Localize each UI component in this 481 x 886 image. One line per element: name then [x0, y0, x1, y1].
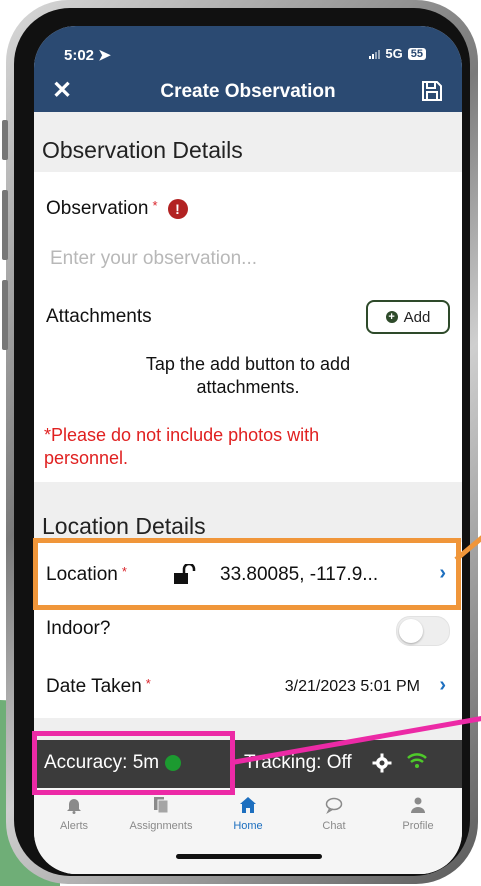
indoor-row: Indoor?	[34, 608, 462, 655]
wifi-icon	[407, 753, 427, 768]
add-attachment-button[interactable]: + Add	[366, 300, 450, 334]
attachments-help-text: Tap the add button to add attachments.	[145, 354, 351, 397]
nav-profile[interactable]: Profile	[378, 796, 458, 832]
gear-icon[interactable]	[372, 753, 392, 773]
section-title: Observation Details	[42, 137, 243, 163]
add-button-label: Add	[403, 308, 431, 326]
attachments-label: Attachments	[46, 306, 152, 327]
accuracy-highlight-box	[32, 731, 235, 795]
attachments-panel: Attachments + Add Tap the add button to …	[34, 290, 462, 482]
app-header: 5:02 ➤ 5G 55 ✕ Create Observation	[34, 26, 462, 112]
observation-row: Observation *!	[34, 172, 462, 222]
observation-label: Observation *!	[46, 198, 188, 220]
status-bar: 5:02 ➤ 5G 55	[34, 26, 462, 72]
bottom-navigation: Alerts Assignments Home Chat Profile	[34, 788, 462, 874]
date-taken-label: Date Taken *	[46, 676, 151, 697]
home-indicator	[176, 854, 322, 859]
documents-icon	[154, 797, 169, 814]
toggle-knob	[399, 619, 423, 643]
nav-alerts[interactable]: Alerts	[34, 796, 114, 832]
volume-up-button	[2, 190, 8, 260]
nav-label: Alerts	[59, 820, 89, 832]
photo-warning: *Please do not include photos with perso…	[44, 425, 320, 468]
mute-switch	[2, 120, 8, 160]
indoor-label: Indoor?	[46, 618, 111, 639]
nav-label: Assignments	[129, 820, 193, 832]
nav-home[interactable]: Home	[208, 796, 288, 832]
required-mark: *	[152, 198, 158, 213]
person-icon	[411, 797, 425, 813]
volume-down-button	[2, 280, 8, 350]
signal-icon	[369, 49, 381, 59]
nav-label: Profile	[402, 820, 434, 832]
location-details-header: Location Details	[34, 482, 462, 542]
indoor-toggle[interactable]	[396, 616, 450, 646]
nav-label: Home	[233, 820, 263, 832]
page-title: Create Observation	[160, 81, 336, 102]
error-icon: !	[167, 198, 188, 219]
nav-label: Chat	[322, 820, 346, 832]
chat-icon	[325, 797, 343, 814]
network-type: 5G	[385, 46, 403, 61]
required-mark: *	[145, 676, 151, 691]
date-taken-value: 3/21/2023 5:01 PM	[284, 678, 420, 695]
location-highlight-box	[33, 538, 461, 610]
observation-input-row: Enter your observation...	[34, 222, 462, 291]
plus-icon: +	[385, 311, 398, 323]
network-status: 5G 55	[369, 46, 426, 61]
battery-icon: 55	[407, 47, 426, 60]
observation-input[interactable]: Enter your observation...	[50, 248, 257, 270]
bell-icon	[67, 799, 81, 814]
home-icon	[240, 797, 256, 813]
nav-chat[interactable]: Chat	[294, 796, 374, 832]
observation-details-header: Observation Details	[34, 112, 462, 172]
chevron-right-icon: ›	[439, 674, 446, 696]
section-title: Location Details	[42, 513, 206, 539]
date-taken-row[interactable]: Date Taken * 3/21/2023 5:01 PM ›	[34, 654, 462, 719]
nav-assignments[interactable]: Assignments	[121, 796, 201, 832]
status-time: 5:02 ➤	[64, 47, 111, 64]
save-icon[interactable]	[420, 79, 444, 103]
